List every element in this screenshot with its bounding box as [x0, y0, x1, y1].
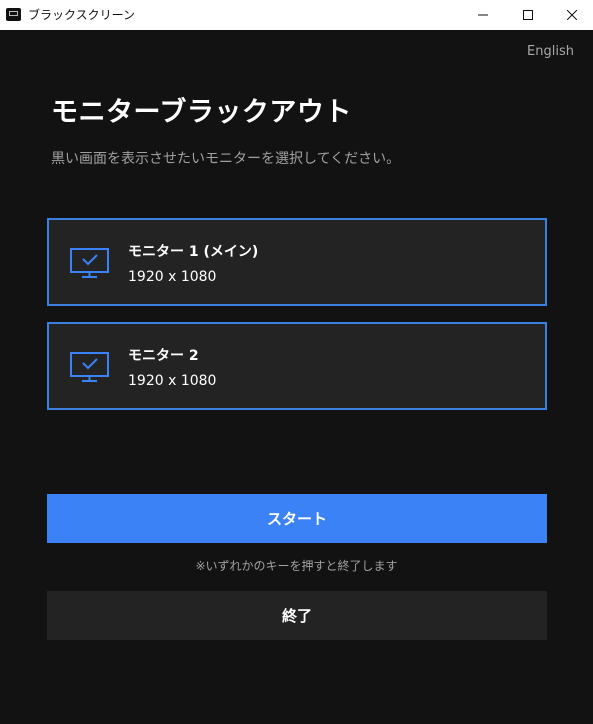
app-window: ブラックスクリーン English モニターブラックアウト 黒い画面を表示させた… [0, 0, 593, 724]
monitor-card-1[interactable]: モニター 1 (メイン) 1920 x 1080 [47, 218, 547, 306]
app-icon [6, 8, 21, 21]
monitor-name: モニター 1 (メイン) [128, 244, 259, 260]
page-title: モニターブラックアウト [51, 97, 352, 128]
start-button[interactable]: スタート [47, 494, 547, 543]
maximize-icon [523, 10, 533, 20]
monitor-resolution: 1920 x 1080 [128, 269, 217, 285]
maximize-button[interactable] [505, 0, 551, 30]
monitor-resolution: 1920 x 1080 [128, 373, 217, 389]
minimize-button[interactable] [460, 0, 506, 30]
monitor-check-icon [70, 352, 109, 382]
monitor-name: モニター 2 [128, 348, 199, 364]
close-button[interactable] [549, 0, 593, 30]
monitor-check-icon [70, 248, 109, 278]
title-bar: ブラックスクリーン [0, 0, 593, 30]
exit-hint: ※いずれかのキーを押すと終了します [195, 559, 398, 573]
window-title: ブラックスクリーン [28, 8, 136, 22]
exit-button[interactable]: 終了 [47, 591, 547, 640]
language-link[interactable]: English [527, 44, 574, 59]
monitor-card-2[interactable]: モニター 2 1920 x 1080 [47, 322, 547, 410]
minimize-icon [478, 14, 488, 16]
page-subtitle: 黒い画面を表示させたいモニターを選択してください。 [51, 151, 401, 167]
close-icon [567, 10, 577, 20]
